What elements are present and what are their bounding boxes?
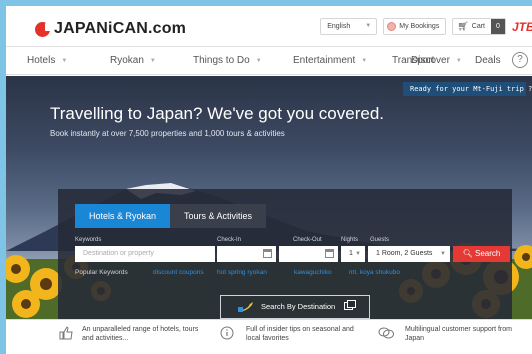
tab-hotels-ryokan[interactable]: Hotels & Ryokan [75, 204, 171, 228]
checkout-field[interactable] [279, 246, 338, 262]
chevron-down-icon: ▼ [149, 57, 156, 64]
feature-text: Multilingual customer support from Japan [405, 325, 512, 343]
chevron-down-icon: ▼ [440, 251, 446, 257]
info-icon [220, 326, 234, 340]
feature-text: An unparalleled range of hotels, tours a… [82, 325, 198, 343]
nights-label: Nights [341, 237, 359, 243]
partner-logo[interactable]: JTB [512, 20, 532, 34]
nights-select[interactable]: 1 ▼ [341, 246, 365, 262]
checkout-label: Check-Out [293, 237, 322, 243]
feature-line: Full of insider tips on seasonal and [246, 326, 354, 333]
nav-item-discover[interactable]: Discover ▼ [411, 55, 462, 66]
main-nav: Hotels ▼ Ryokan ▼ Things to Do ▼ Enterta… [6, 47, 532, 75]
search-tabs: Hotels & Ryokan Tours & Activities [75, 204, 267, 228]
my-bookings-button[interactable]: My Bookings [383, 18, 447, 35]
nav-item-label: Deals [475, 55, 501, 66]
popular-keyword-link[interactable]: mt. koya shukubo [349, 269, 400, 276]
guests-label: Guests [370, 237, 390, 243]
chevron-down-icon: ▼ [361, 57, 368, 64]
nav-item-label: Hotels [27, 55, 56, 66]
hero-subtitle: Book instantly at over 7,500 properties … [50, 129, 285, 138]
nav-item-deals[interactable]: Deals [475, 55, 501, 66]
language-value: English [327, 23, 351, 30]
logo-mark-icon [35, 21, 50, 37]
cart-label: Cart [471, 23, 485, 30]
calendar-icon [263, 249, 272, 258]
language-select[interactable]: English ▼ [320, 18, 378, 35]
keywords-label: Keywords [75, 237, 102, 243]
nav-item-hotels[interactable]: Hotels ▼ [27, 55, 67, 66]
cart-button[interactable]: 🛒︎ Cart 0 [452, 18, 506, 35]
chat-bubbles-icon [378, 327, 394, 339]
guests-value: 1 Room, 2 Guests [376, 250, 433, 257]
nav-item-ryokan[interactable]: Ryokan ▼ [110, 55, 156, 66]
search-icon: 🔍︎ [462, 249, 473, 258]
top-header: JAPANiCAN.com English ▼ My Bookings 🛒︎ C… [6, 6, 532, 47]
nav-item-label: Ryokan [110, 55, 144, 66]
nights-value: 1 [349, 250, 353, 257]
search-by-destination-button[interactable]: Search By Destination [220, 295, 370, 319]
japan-map-icon [238, 302, 253, 312]
popular-keyword-link[interactable]: discount coupons [153, 269, 204, 276]
nav-item-entertainment[interactable]: Entertainment ▼ [293, 55, 367, 66]
chevron-down-icon: ▼ [365, 23, 372, 29]
external-link-icon [344, 300, 356, 310]
feature-line: Multilingual customer support from [405, 326, 512, 333]
feature-text: Full of insider tips on seasonal and loc… [246, 325, 354, 343]
checkin-field[interactable] [217, 246, 276, 262]
keywords-input[interactable]: Destination or property [75, 246, 215, 262]
feature-line: and activities... [82, 335, 129, 342]
my-bookings-label: My Bookings [399, 23, 440, 30]
nav-item-label: Discover [411, 55, 450, 66]
cart-icon: 🛒︎ [457, 21, 469, 31]
logo-text: JAPANiCAN.com [54, 20, 187, 37]
site-logo[interactable]: JAPANiCAN.com [35, 20, 186, 38]
feature-line: local favorites [246, 335, 289, 342]
mt-fuji-promo-link[interactable]: Ready for your Mt-Fuji trip ? ➤ [403, 82, 532, 96]
feature-line: An unparalleled range of hotels, tours [82, 326, 199, 333]
header-actions: English ▼ My Bookings 🛒︎ Cart 0 JTB [320, 18, 532, 35]
search-button[interactable]: 🔍︎ Search [453, 246, 510, 262]
feature-strip: An unparalleled range of hotels, tours a… [6, 319, 532, 354]
popular-keyword-link[interactable]: kawaguchiko [294, 269, 332, 276]
hero-title: Travelling to Japan? We've got you cover… [50, 104, 384, 123]
nav-item-label: Entertainment [293, 55, 356, 66]
guests-select[interactable]: 1 Room, 2 Guests ▼ [368, 246, 450, 262]
nav-item-things-to-do[interactable]: Things to Do ▼ [193, 55, 262, 66]
chevron-down-icon: ▼ [61, 57, 68, 64]
user-icon [387, 22, 397, 31]
popular-keyword-link[interactable]: hot spring ryokan [217, 269, 267, 276]
hero-banner: Ready for your Mt-Fuji trip ? ➤ Travelli… [6, 76, 532, 319]
help-icon[interactable]: ? [512, 52, 528, 68]
cart-count-badge: 0 [491, 19, 505, 34]
search-panel: Hotels & Ryokan Tours & Activities Keywo… [58, 189, 512, 319]
calendar-icon [325, 249, 334, 258]
search-by-destination-label: Search By Destination [261, 302, 336, 311]
chevron-down-icon: ▼ [255, 57, 262, 64]
tab-tours-activities[interactable]: Tours & Activities [170, 204, 267, 228]
checkin-label: Check-In [217, 237, 242, 243]
nav-item-label: Things to Do [193, 55, 250, 66]
feature-line: Japan [405, 335, 425, 342]
page-frame: JAPANiCAN.com English ▼ My Bookings 🛒︎ C… [6, 6, 532, 354]
chevron-down-icon: ▼ [355, 251, 361, 257]
thumbs-up-icon [59, 326, 73, 340]
search-button-label: Search [475, 249, 501, 258]
popular-keywords-label: Popular Keywords [75, 269, 128, 276]
chevron-down-icon: ▼ [455, 57, 462, 64]
